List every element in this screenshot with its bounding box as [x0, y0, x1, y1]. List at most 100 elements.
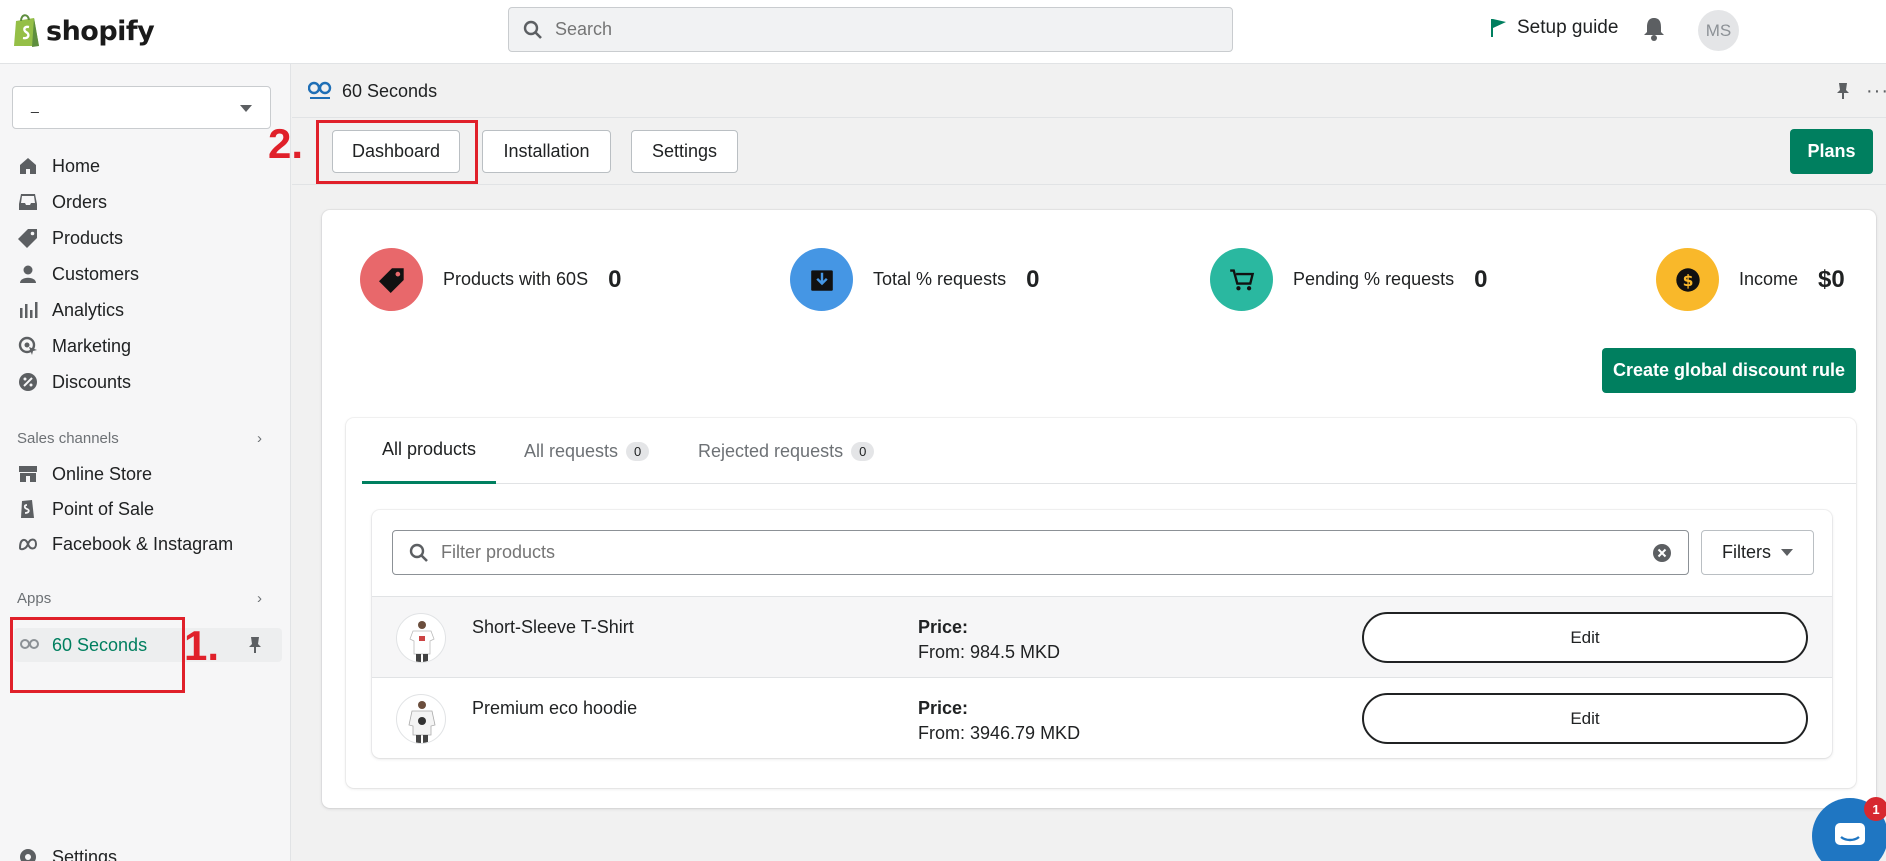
stat-pending-requests: Pending % requests 0 — [1210, 248, 1487, 311]
global-search[interactable] — [508, 7, 1233, 52]
sidebar-item-discounts[interactable]: Discounts — [18, 367, 131, 397]
tab-label: All products — [382, 439, 477, 459]
search-input[interactable] — [555, 19, 1155, 40]
chat-icon — [1835, 823, 1865, 845]
stat-value: 0 — [1474, 265, 1488, 293]
tab-label: All requests — [524, 440, 619, 461]
sidebar: _ Home Orders Products Customers Analyti… — [0, 64, 291, 861]
table-row: Short-Sleeve T-Shirt Price: From: 984.5 … — [372, 596, 1832, 677]
stat-circle: $ — [1656, 248, 1719, 311]
price-value: From: 984.5 MKD — [918, 642, 1061, 662]
price-value: From: 3946.79 MKD — [918, 723, 1081, 743]
discount-icon — [19, 373, 37, 391]
home-icon — [20, 158, 36, 174]
filter-products-field[interactable] — [392, 530, 1689, 575]
divider — [292, 184, 1886, 185]
sidebar-item-point-of-sale[interactable]: Point of Sale — [18, 494, 154, 524]
tag-icon — [378, 267, 404, 293]
notification-badge: 1 — [1864, 797, 1886, 821]
count-badge: 0 — [626, 441, 650, 461]
stat-circle — [1210, 248, 1273, 311]
clear-icon[interactable] — [1652, 543, 1672, 563]
annotation-number-1: 1. — [184, 622, 220, 669]
plans-button[interactable]: Plans — [1790, 129, 1873, 174]
tshirt-image — [409, 621, 435, 662]
chevron-down-icon — [1781, 549, 1793, 556]
pin-icon[interactable] — [1836, 82, 1850, 100]
edit-button[interactable]: Edit — [1362, 612, 1808, 663]
stat-value: 0 — [608, 265, 622, 293]
user-avatar[interactable]: MS — [1698, 10, 1739, 51]
stat-circle — [360, 248, 423, 311]
svg-text:$: $ — [1682, 271, 1693, 289]
tab-dashboard[interactable]: Dashboard — [332, 130, 460, 173]
stat-label: Products with 60S — [443, 269, 589, 289]
table-row: Premium eco hoodie Price: From: 3946.79 … — [372, 677, 1832, 758]
meta-icon — [18, 538, 38, 551]
sidebar-item-label: Online Store — [52, 463, 153, 484]
sidebar-item-analytics[interactable]: Analytics — [18, 295, 124, 325]
tab-installation[interactable]: Installation — [482, 130, 611, 173]
shopify-bag-icon — [14, 14, 39, 47]
filters-label: Filters — [1722, 542, 1771, 562]
shopify-logo[interactable]: shopify — [12, 12, 155, 50]
sidebar-item-label: Point of Sale — [52, 498, 155, 519]
tab-label: Rejected requests — [698, 440, 844, 461]
create-global-discount-button[interactable]: Create global discount rule — [1602, 348, 1856, 393]
stat-income: $ Income $0 — [1656, 248, 1845, 311]
tab-settings[interactable]: Settings — [631, 130, 738, 173]
apps-header[interactable]: Apps › — [17, 590, 262, 607]
store-selector[interactable]: _ — [12, 86, 271, 129]
edit-button[interactable]: Edit — [1362, 693, 1808, 744]
person-icon — [20, 265, 36, 283]
target-icon — [18, 336, 37, 355]
sidebar-item-home[interactable]: Home — [18, 151, 100, 181]
sidebar-item-online-store[interactable]: Online Store — [18, 459, 152, 489]
product-thumbnail — [396, 694, 446, 744]
dashboard-card: Products with 60S 0 Total % requests 0 P… — [322, 210, 1876, 808]
annotation-number-2: 2. — [268, 120, 304, 167]
sidebar-item-customers[interactable]: Customers — [18, 259, 139, 289]
sidebar-item-label: Customers — [52, 263, 140, 284]
sidebar-item-products[interactable]: Products — [18, 223, 123, 253]
sidebar-item-label: Home — [52, 155, 101, 176]
pin-icon[interactable] — [248, 636, 262, 654]
sidebar-item-label: Settings — [52, 846, 118, 861]
sidebar-item-label: Orders — [52, 191, 108, 212]
sidebar-item-facebook-instagram[interactable]: Facebook & Instagram — [18, 529, 233, 559]
sales-channels-header[interactable]: Sales channels › — [17, 430, 262, 447]
60-seconds-logo-icon — [308, 81, 332, 99]
sidebar-item-orders[interactable]: Orders — [18, 187, 107, 217]
product-list: Filters Short-Sleeve T-Shirt Price: From… — [372, 510, 1832, 758]
product-name: Premium eco hoodie — [472, 698, 638, 718]
bar-chart-icon — [20, 302, 38, 318]
chevron-right-icon: › — [257, 430, 262, 447]
sales-channels-label: Sales channels — [17, 430, 119, 447]
stat-circle — [790, 248, 853, 311]
tab-all-requests[interactable]: All requests 0 — [504, 418, 669, 484]
tab-all-products[interactable]: All products — [362, 418, 497, 484]
more-actions-icon[interactable]: ··· — [1866, 80, 1886, 103]
stat-value: 0 — [1026, 265, 1040, 293]
price-label: Price: — [918, 698, 969, 718]
bell-icon[interactable] — [1642, 16, 1666, 42]
top-bar: shopify Setup guide MS — [0, 0, 1886, 64]
sidebar-item-label: Analytics — [52, 299, 125, 320]
filters-button[interactable]: Filters — [1701, 530, 1814, 575]
tab-rejected-requests[interactable]: Rejected requests 0 — [678, 418, 894, 484]
search-icon — [523, 20, 542, 39]
sidebar-item-label: Facebook & Instagram — [52, 533, 234, 554]
stat-total-requests: Total % requests 0 — [790, 248, 1039, 311]
product-thumbnail — [396, 613, 446, 663]
setup-guide-button[interactable]: Setup guide — [1490, 17, 1618, 39]
sidebar-item-settings[interactable]: Settings — [18, 842, 117, 861]
hoodie-image — [408, 701, 436, 743]
store-name: _ — [31, 97, 123, 119]
sidebar-item-marketing[interactable]: Marketing — [18, 331, 131, 361]
flag-icon — [1491, 19, 1506, 37]
products-panel: All products All requests 0 Rejected req… — [346, 418, 1856, 788]
filter-products-input[interactable] — [441, 542, 1621, 563]
dollar-icon: $ — [1675, 267, 1700, 292]
stat-label: Income — [1739, 269, 1799, 289]
count-badge: 0 — [851, 441, 875, 461]
